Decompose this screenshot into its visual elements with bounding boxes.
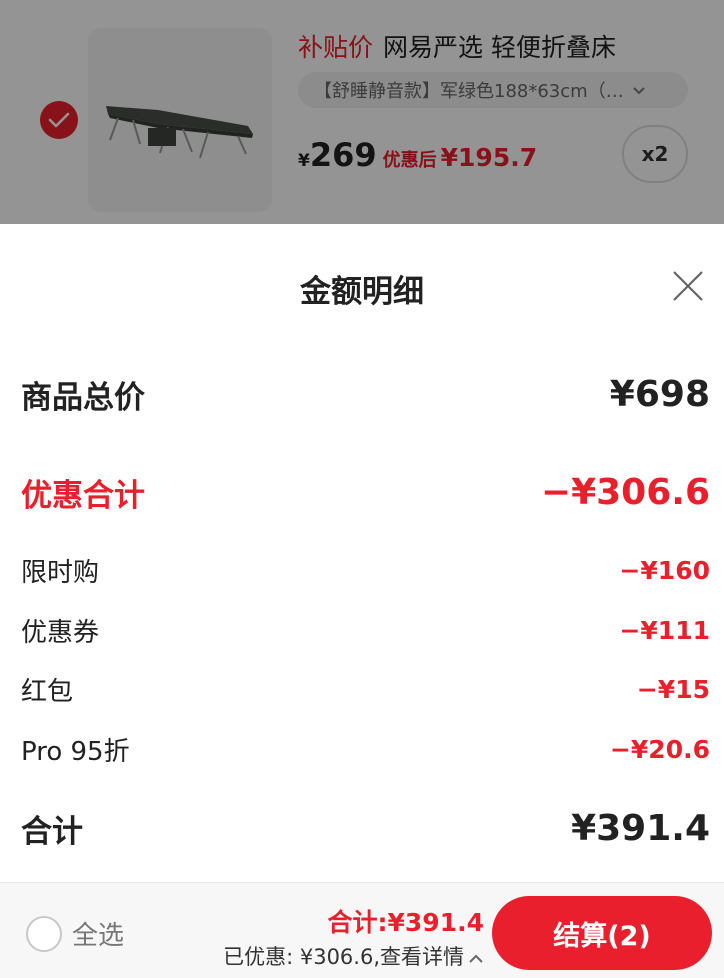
select-all-toggle[interactable]: 全选 xyxy=(26,915,124,952)
goods-total-row: 商品总价 ¥698 xyxy=(21,372,710,417)
modal-overlay[interactable] xyxy=(0,0,724,224)
chevron-up-icon xyxy=(468,949,484,968)
discount-value: −¥111 xyxy=(619,616,710,645)
cart-item: 补贴价 网易严选 轻便折叠床 【舒睡静音款】军绿色188*63cm（… ¥ 269… xyxy=(0,0,724,224)
select-all-label: 全选 xyxy=(72,921,125,951)
select-all-radio[interactable] xyxy=(26,915,62,952)
view-details-link[interactable]: 已优惠: ¥306.6,查看详情 xyxy=(223,941,484,971)
discount-value: −¥160 xyxy=(619,556,710,585)
goods-total-label: 商品总价 xyxy=(21,380,145,416)
close-icon xyxy=(673,271,703,301)
discount-label: 优惠券 xyxy=(21,618,100,648)
discount-value: −¥15 xyxy=(636,675,710,704)
close-button[interactable] xyxy=(670,268,706,304)
discount-row-red-packet: 红包 −¥15 xyxy=(21,671,710,708)
saved-text: 已优惠: ¥306.6,查看详情 xyxy=(223,945,464,969)
discount-row-pro: Pro 95折 −¥20.6 xyxy=(21,731,710,768)
amount-detail-sheet: 金额明细 商品总价 ¥698 优惠合计 −¥306.6 限时购 −¥160 优惠… xyxy=(0,224,724,882)
discount-row-coupon: 优惠券 −¥111 xyxy=(21,612,710,649)
discount-total-label: 优惠合计 xyxy=(21,478,145,514)
checkout-button[interactable]: 结算(2) xyxy=(492,896,712,970)
goods-total-value: ¥698 xyxy=(609,374,710,415)
sum-label: 合计 xyxy=(21,814,83,850)
sum-value: ¥391.4 xyxy=(571,808,710,849)
discount-row-flash-sale: 限时购 −¥160 xyxy=(21,552,710,589)
discount-value: −¥20.6 xyxy=(609,735,710,764)
summary-total: 合计:¥391.4 xyxy=(327,908,484,937)
discount-total-row: 优惠合计 −¥306.6 xyxy=(21,470,710,515)
discount-label: 限时购 xyxy=(21,558,100,588)
discount-label: 红包 xyxy=(21,677,74,707)
order-summary: 合计:¥391.4 已优惠: ¥306.6,查看详情 xyxy=(223,903,484,971)
checkout-bar: 全选 合计:¥391.4 已优惠: ¥306.6,查看详情 结算(2) xyxy=(0,882,724,978)
discount-total-value: −¥306.6 xyxy=(540,472,710,513)
sum-row: 合计 ¥391.4 xyxy=(21,806,710,851)
discount-label: Pro 95折 xyxy=(21,737,130,767)
sheet-title: 金额明细 xyxy=(300,274,424,310)
